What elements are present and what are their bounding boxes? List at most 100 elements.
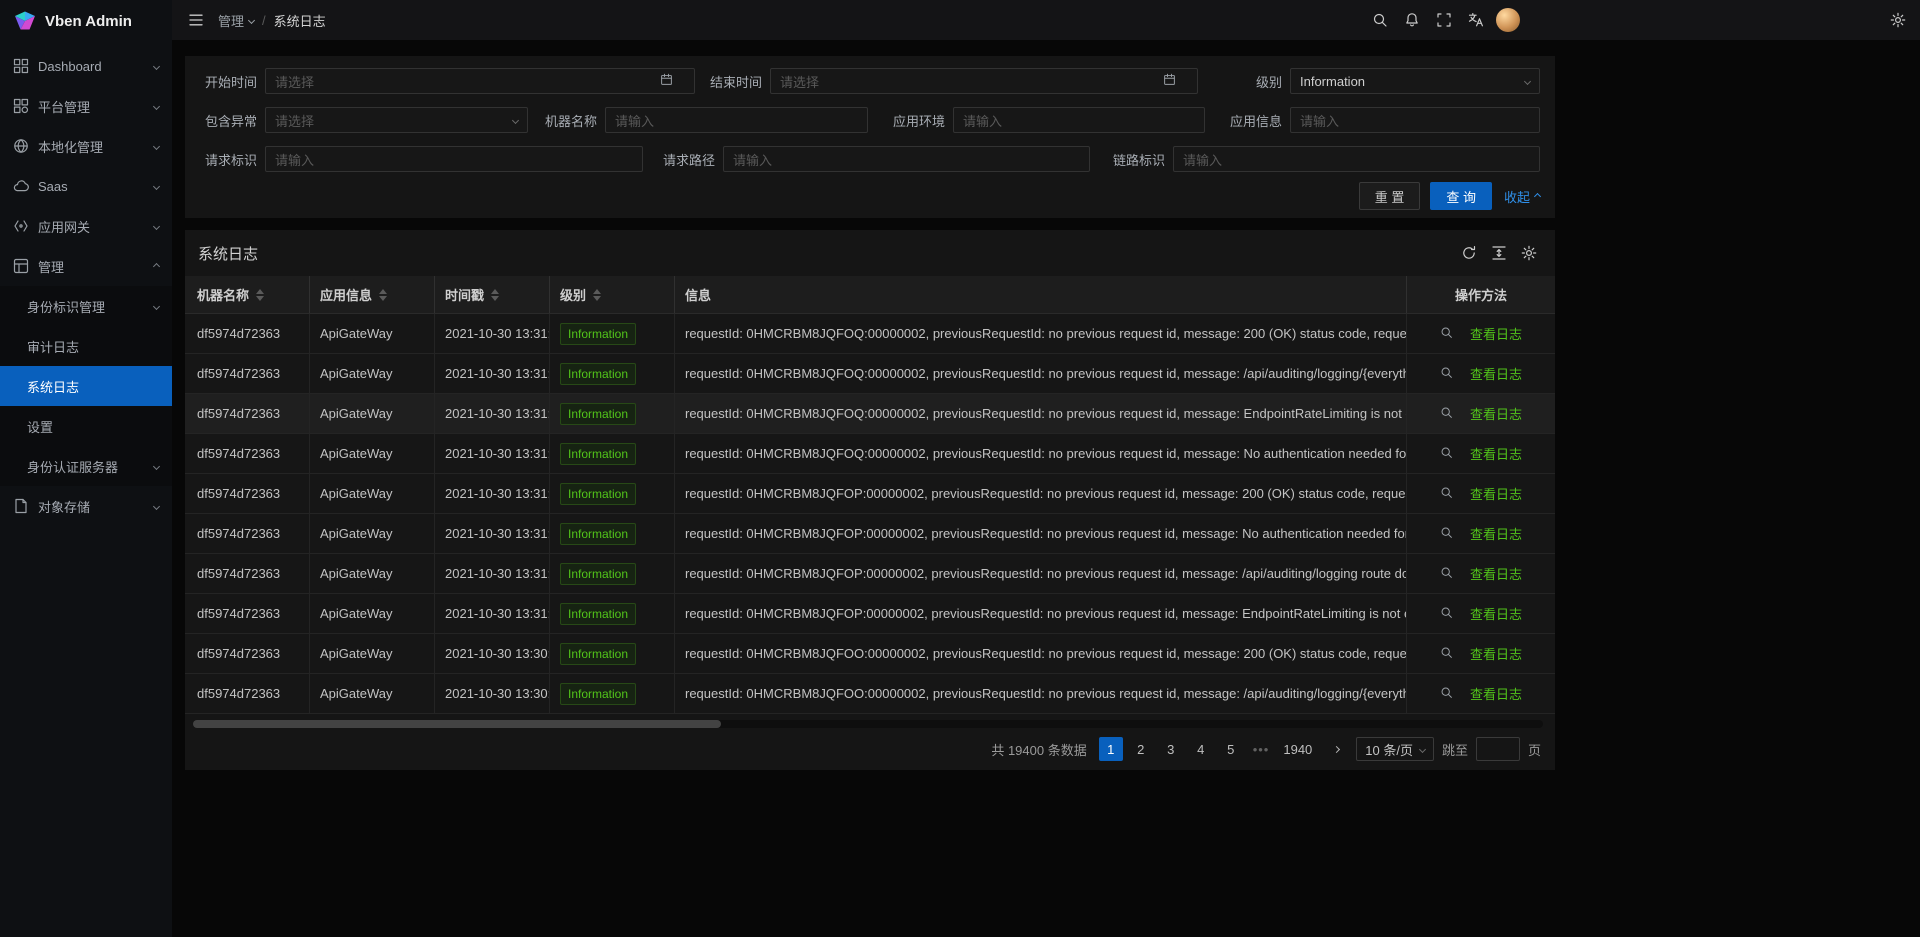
text-input[interactable]: 请输入 <box>1290 107 1540 133</box>
action-cell: 查看日志 <box>1407 554 1555 593</box>
sidebar-item-身份认证服务器[interactable]: 身份认证服务器 <box>0 446 172 486</box>
next-page-button[interactable] <box>1324 737 1348 761</box>
column-label: 应用信息 <box>320 285 372 304</box>
field-label: 链路标识 <box>1101 150 1173 169</box>
settings-gear-icon[interactable] <box>1886 8 1910 32</box>
date-picker[interactable]: 请选择 <box>265 68 695 94</box>
menu-label: 审计日志 <box>27 337 159 356</box>
filter-field-请求路径: 请求路径请输入 <box>651 146 1090 172</box>
breadcrumb-item-management[interactable]: 管理 <box>218 11 254 30</box>
sidebar-item-管理[interactable]: 管理 <box>0 246 172 286</box>
page-size-select[interactable]: 10 条/页 <box>1356 737 1434 761</box>
page-button-1940[interactable]: 1940 <box>1279 737 1316 761</box>
field-label: 级别 <box>1232 72 1290 91</box>
page-button-4[interactable]: 4 <box>1189 737 1213 761</box>
page-button-2[interactable]: 2 <box>1129 737 1153 761</box>
calendar-icon <box>1163 73 1179 89</box>
view-log-link[interactable]: 查看日志 <box>1440 604 1522 623</box>
pagination-ellipsis[interactable]: ••• <box>1249 737 1274 761</box>
calendar-icon <box>1163 73 1188 89</box>
saas-icon <box>13 178 29 194</box>
chevron-down-icon <box>1419 745 1426 752</box>
sidebar-item-Dashboard[interactable]: Dashboard <box>0 46 172 86</box>
view-log-link[interactable]: 查看日志 <box>1440 364 1522 383</box>
text-input[interactable]: 请输入 <box>723 146 1090 172</box>
sidebar-item-系统日志[interactable]: 系统日志 <box>0 366 172 406</box>
sidebar-item-Saas[interactable]: Saas <box>0 166 172 206</box>
field-placeholder: 请输入 <box>615 111 654 130</box>
field-label: 请求路径 <box>651 150 723 169</box>
filter-actions: 重 置 查 询 收起 <box>1359 182 1540 210</box>
view-log-link[interactable]: 查看日志 <box>1440 524 1522 543</box>
view-log-link[interactable]: 查看日志 <box>1440 564 1522 583</box>
timestamp-cell: 2021-10-30 13:31:38 <box>435 394 550 433</box>
date-picker[interactable]: 请选择 <box>770 68 1198 94</box>
table-row: df5974d72363ApiGateWay2021-10-30 13:31:3… <box>185 394 1555 434</box>
search-icon[interactable] <box>1368 8 1392 32</box>
filter-field-开始时间: 开始时间请选择 <box>193 68 695 94</box>
fullscreen-icon[interactable] <box>1432 8 1456 32</box>
table-header-bar: 系统日志 <box>185 230 1555 276</box>
page-button-3[interactable]: 3 <box>1159 737 1183 761</box>
calendar-icon <box>660 73 676 89</box>
view-log-link[interactable]: 查看日志 <box>1440 644 1522 663</box>
machine-name-cell: df5974d72363 <box>185 674 310 713</box>
sidebar-item-审计日志[interactable]: 审计日志 <box>0 326 172 366</box>
app-info-cell: ApiGateWay <box>310 674 435 713</box>
timestamp-cell: 2021-10-30 13:30:44 <box>435 674 550 713</box>
menu-label: 应用网关 <box>38 217 154 236</box>
refresh-icon[interactable] <box>1459 243 1479 263</box>
page-button-1[interactable]: 1 <box>1099 737 1123 761</box>
view-log-link[interactable]: 查看日志 <box>1440 324 1522 343</box>
view-log-label: 查看日志 <box>1470 484 1522 503</box>
sidebar-item-身份标识管理[interactable]: 身份标识管理 <box>0 286 172 326</box>
chevron-down-icon <box>1524 77 1531 84</box>
field-placeholder: 请输入 <box>963 111 1002 130</box>
view-search-icon <box>1440 566 1456 582</box>
column-height-icon[interactable] <box>1489 243 1509 263</box>
logo[interactable]: Vben Admin <box>0 0 172 42</box>
menu-label: 身份标识管理 <box>27 297 154 316</box>
search-button[interactable]: 查 询 <box>1430 182 1492 210</box>
avatar[interactable] <box>1496 8 1520 32</box>
collapse-label: 收起 <box>1504 187 1530 206</box>
column-header-3[interactable]: 时间戳 <box>435 276 550 313</box>
sidebar-item-平台管理[interactable]: 平台管理 <box>0 86 172 126</box>
text-input[interactable]: 请输入 <box>953 107 1205 133</box>
text-input[interactable]: 请输入 <box>605 107 868 133</box>
text-input[interactable]: 请输入 <box>265 146 643 172</box>
field-placeholder: 请选择 <box>275 72 314 91</box>
view-search-icon <box>1440 446 1456 462</box>
select[interactable]: 请选择 <box>265 107 528 133</box>
machine-name-cell: df5974d72363 <box>185 554 310 593</box>
settings-gear-icon[interactable] <box>1519 243 1539 263</box>
page-button-5[interactable]: 5 <box>1219 737 1243 761</box>
sidebar-item-设置[interactable]: 设置 <box>0 406 172 446</box>
select[interactable]: Information <box>1290 68 1540 94</box>
filter-field-级别: 级别Information <box>1232 68 1540 94</box>
field-label: 结束时间 <box>698 72 770 91</box>
sidebar-item-对象存储[interactable]: 对象存储 <box>0 486 172 526</box>
text-input[interactable]: 请输入 <box>1173 146 1540 172</box>
filter-field-应用环境: 应用环境请输入 <box>881 107 1205 133</box>
column-header-1[interactable]: 机器名称 <box>185 276 310 313</box>
menu-fold-icon[interactable] <box>184 8 208 32</box>
sidebar-item-应用网关[interactable]: 应用网关 <box>0 206 172 246</box>
level-cell: Information <box>550 674 675 713</box>
machine-name-cell: df5974d72363 <box>185 354 310 393</box>
view-log-link[interactable]: 查看日志 <box>1440 404 1522 423</box>
translate-icon[interactable] <box>1464 8 1488 32</box>
view-log-link[interactable]: 查看日志 <box>1440 684 1522 703</box>
sidebar-item-本地化管理[interactable]: 本地化管理 <box>0 126 172 166</box>
column-header-2[interactable]: 应用信息 <box>310 276 435 313</box>
notification-bell-icon[interactable] <box>1400 8 1424 32</box>
horizontal-scrollbar[interactable] <box>193 720 1543 728</box>
column-header-4[interactable]: 级别 <box>550 276 675 313</box>
scrollbar-thumb[interactable] <box>193 720 721 728</box>
message-text: requestId: 0HMCRBM8JQFOP:00000002, previ… <box>685 566 1407 581</box>
collapse-link[interactable]: 收起 <box>1504 187 1540 206</box>
reset-button[interactable]: 重 置 <box>1359 182 1421 210</box>
jump-page-input[interactable] <box>1476 737 1520 761</box>
view-log-link[interactable]: 查看日志 <box>1440 484 1522 503</box>
view-log-link[interactable]: 查看日志 <box>1440 444 1522 463</box>
